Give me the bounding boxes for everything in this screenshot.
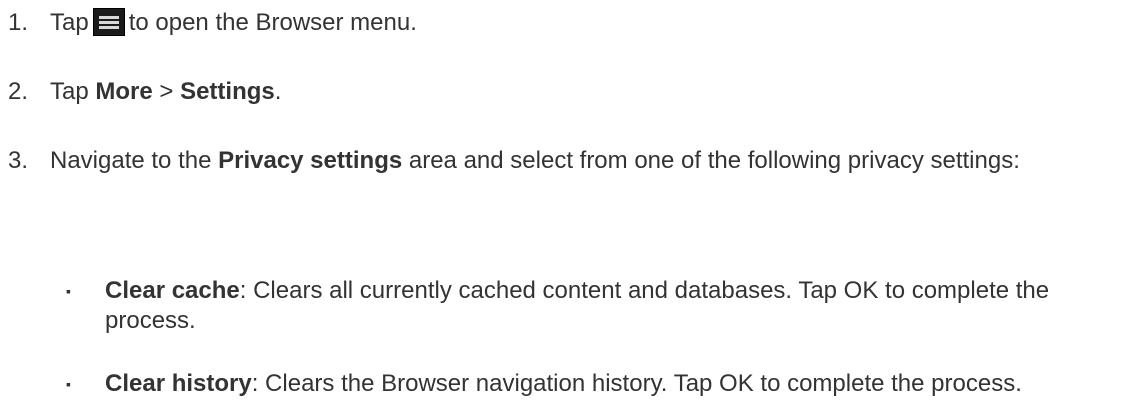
separator: > [152, 78, 181, 105]
menu-icon [92, 8, 125, 36]
clear-cache-description: : Clears all currently cached content an… [105, 277, 1050, 334]
clear-cache-label: Clear cache [105, 277, 240, 304]
step-text-post: area and select from one of the followin… [402, 147, 1020, 174]
step-text: Navigate to the Privacy settings area an… [50, 146, 1120, 176]
step-text-post: to open the Browser menu. [128, 9, 417, 36]
clear-history-description: : Clears the Browser navigation history.… [251, 370, 1022, 397]
step-text: Tap to open the Browser menu. [50, 8, 1120, 38]
settings-label: Settings [180, 78, 275, 105]
step-number: 3. [8, 147, 29, 174]
bullet-text: Clear history: Clears the Browser naviga… [105, 369, 1115, 399]
step-text-pre: Navigate to the [50, 147, 219, 174]
step-text: Tap More > Settings. [50, 77, 1120, 107]
step-text-post: . [274, 78, 282, 105]
step-number: 2. [8, 78, 29, 105]
bullet-marker: ▪ [66, 376, 71, 392]
step-text-pre: Tap [50, 78, 96, 105]
step-text-pre: Tap [50, 9, 89, 36]
step-number: 1. [8, 9, 29, 36]
clear-history-label: Clear history [105, 370, 252, 397]
bullet-marker: ▪ [66, 283, 71, 299]
bullet-text: Clear cache: Clears all currently cached… [105, 276, 1115, 336]
more-label: More [95, 78, 153, 105]
privacy-settings-label: Privacy settings [218, 147, 403, 174]
